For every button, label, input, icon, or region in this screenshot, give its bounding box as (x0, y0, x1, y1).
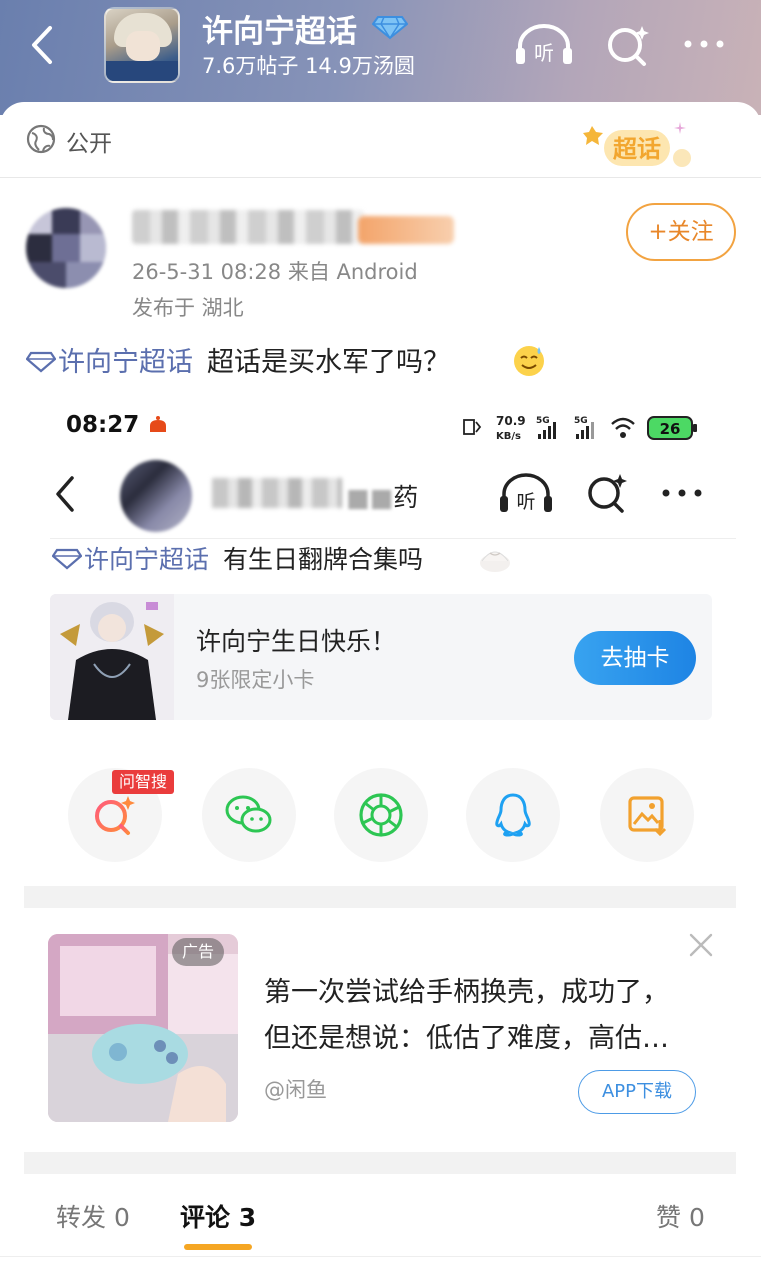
ai-search-icon (95, 796, 135, 835)
status-icons: 70.9 KB/s 5G 5G 26 (463, 414, 697, 442)
close-icon[interactable] (686, 930, 716, 960)
post-location: 发布于 湖北 (132, 296, 244, 320)
bun-emoji-icon (480, 551, 510, 572)
draw-card-button[interactable]: 去抽卡 (574, 631, 696, 685)
inner-name-redacted (212, 478, 342, 508)
sweat-emoji-icon (514, 346, 544, 376)
svg-text:超话: 超话 (613, 135, 661, 163)
ad-title-line1[interactable]: 第一次尝试给手柄换壳，成功了， (264, 970, 669, 1009)
moments-icon (359, 793, 403, 837)
tab-comments[interactable]: 评论 3 (180, 1198, 256, 1234)
tab-likes[interactable]: 赞 0 (656, 1198, 705, 1234)
inner-post-content: 许向宁超话 有生日翻牌合集吗 (52, 540, 423, 576)
post-time: 26-5-31 08:28 来自 Android (132, 260, 418, 284)
svg-text:26: 26 (660, 420, 681, 438)
svg-text:听: 听 (516, 491, 535, 513)
listen-button[interactable]: 听 (514, 22, 574, 68)
qq-share-button[interactable] (466, 768, 560, 862)
chaohua-badge[interactable]: 超话 (580, 118, 696, 176)
inner-name-suffix: ■■药 (346, 483, 419, 512)
wechat-icon (225, 795, 272, 833)
section-separator (24, 886, 736, 908)
diamond-icon (372, 16, 408, 40)
promo-character-image (50, 594, 174, 720)
promo-subtitle: 9张限定小卡 (196, 668, 315, 692)
inner-topic-link[interactable]: 许向宁超话 (52, 545, 209, 574)
ask-search-tag: 问智搜 (112, 770, 175, 794)
globe-icon (26, 124, 56, 154)
promo-title: 许向宁生日快乐！ (196, 627, 397, 656)
inner-listen-button[interactable]: 听 (498, 470, 554, 516)
status-time: 08:27 (66, 412, 140, 438)
save-image-icon (628, 796, 667, 837)
diamond-icon (52, 548, 82, 570)
author-badge-redacted (358, 216, 454, 244)
section-separator (24, 1152, 736, 1174)
wechat-share-button[interactable] (202, 768, 296, 862)
divider (50, 538, 736, 539)
author-avatar[interactable] (26, 208, 106, 288)
inner-back-button[interactable] (50, 472, 80, 516)
svg-text:70.9: 70.9 (496, 414, 526, 428)
ad-source: @闲鱼 (264, 1078, 327, 1102)
moments-share-button[interactable] (334, 768, 428, 862)
post-content: 许向宁超话 超话是买水军了吗？ (26, 340, 450, 379)
qq-icon (495, 793, 531, 837)
svg-text:听: 听 (534, 41, 554, 65)
inner-more-icon[interactable] (658, 476, 706, 510)
svg-text:5G: 5G (574, 416, 588, 426)
active-tab-indicator (184, 1244, 252, 1250)
ad-title-line2[interactable]: 但还是想说：低估了难度，高估… (264, 1016, 669, 1055)
tab-repost[interactable]: 转发 0 (56, 1198, 130, 1234)
inner-author-avatar[interactable] (120, 460, 192, 532)
divider (0, 1256, 761, 1257)
follow-button[interactable]: +关注 (626, 203, 736, 261)
notification-icon (150, 416, 166, 432)
author-name-redacted[interactable] (132, 210, 364, 244)
svg-text:KB/s: KB/s (496, 431, 521, 442)
app-download-button[interactable]: APP下载 (578, 1070, 696, 1114)
back-button[interactable] (22, 22, 62, 68)
inner-ai-search-icon[interactable] (584, 470, 630, 516)
topic-link[interactable]: 许向宁超话 (26, 347, 193, 378)
ai-search-icon[interactable] (604, 22, 652, 68)
svg-text:5G: 5G (536, 416, 550, 426)
inner-post-text: 有生日翻牌合集吗 (223, 545, 424, 574)
post-text: 超话是买水军了吗？ (207, 347, 450, 378)
more-icon[interactable] (680, 26, 728, 62)
topic-stats: 7.6万帖子 14.9万汤圆 (202, 54, 415, 78)
topic-title[interactable]: 许向宁超话 (202, 6, 357, 51)
topic-avatar[interactable] (104, 7, 180, 83)
visibility-label: 公开 (66, 131, 112, 157)
save-image-share-button[interactable] (600, 768, 694, 862)
diamond-icon (26, 351, 56, 373)
ad-tag: 广告 (172, 938, 225, 966)
